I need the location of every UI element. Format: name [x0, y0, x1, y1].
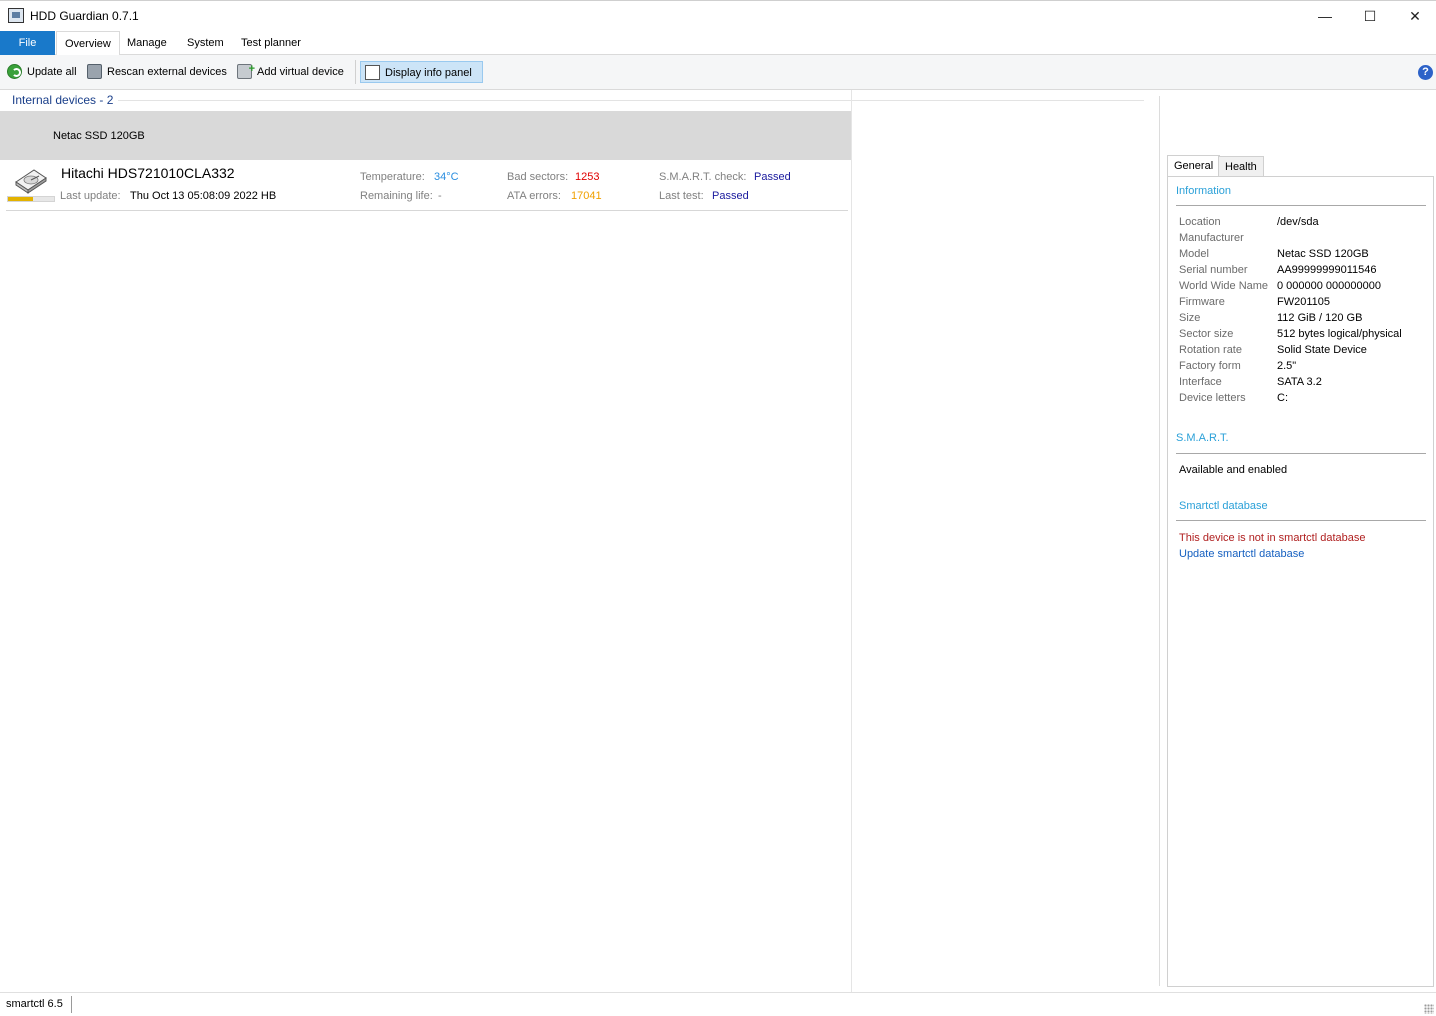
info-value: 2.5"	[1277, 360, 1297, 372]
info-key: Rotation rate	[1179, 344, 1242, 356]
device-name: Netac SSD 120GB	[53, 130, 145, 142]
last-test-value: Passed	[712, 190, 749, 202]
info-value: FW201105	[1277, 296, 1330, 308]
last-test-label: Last test:	[659, 190, 704, 202]
bad-sectors-label: Bad sectors:	[507, 171, 569, 183]
smartctl-db-section-title: Smartctl database	[1179, 500, 1268, 512]
smart-divider	[1176, 453, 1426, 454]
info-value: Netac SSD 120GB	[1277, 248, 1369, 260]
update-all-label: Update all	[27, 66, 77, 78]
smart-check-label: S.M.A.R.T. check:	[659, 171, 747, 183]
display-info-panel-toggle[interactable]: Display info panel	[360, 61, 483, 83]
ata-errors-value: 17041	[571, 190, 602, 202]
info-value: C:	[1277, 392, 1288, 404]
tab-general[interactable]: General	[1167, 155, 1221, 177]
display-info-panel-label: Display info panel	[385, 67, 472, 79]
ata-errors-label: ATA errors:	[507, 190, 561, 202]
devices-group-header: Internal devices - 2	[12, 93, 114, 107]
remaining-life-label: Remaining life:	[360, 190, 433, 202]
information-section-title: Information	[1176, 185, 1232, 197]
temperature-value: 34°C	[434, 171, 459, 183]
info-value: 512 bytes logical/physical	[1277, 328, 1402, 340]
update-smartctl-db-link[interactable]: Update smartctl database	[1179, 548, 1304, 560]
smartctl-db-warning: This device is not in smartctl database	[1179, 532, 1366, 544]
info-key: World Wide Name	[1179, 280, 1269, 292]
info-key: Location	[1179, 216, 1221, 228]
info-value: /dev/sda	[1277, 216, 1319, 228]
smartctl-version: smartctl 6.5	[6, 998, 63, 1010]
info-value: 0 000000 000000000	[1277, 280, 1381, 292]
tab-health[interactable]: Health	[1218, 156, 1264, 177]
rescan-button[interactable]: Rescan external devices	[87, 61, 227, 83]
panel-icon	[365, 64, 380, 80]
tab-test-planner[interactable]: Test planner	[233, 31, 309, 55]
resize-grip-icon[interactable]	[1424, 1004, 1434, 1014]
info-value: 112 GiB / 120 GB	[1277, 312, 1363, 324]
info-key: Factory form	[1179, 360, 1241, 372]
info-key: Manufacturer	[1179, 232, 1244, 244]
bad-sectors-value: 1253	[575, 171, 600, 183]
tab-manage[interactable]: Manage	[119, 31, 175, 55]
minimize-button[interactable]: —	[1302, 1, 1348, 31]
info-key: Size	[1179, 312, 1201, 324]
device-row-divider	[6, 210, 848, 211]
life-progress-bar	[7, 196, 55, 202]
last-update-label: Last update:	[60, 190, 121, 202]
tab-overview[interactable]: Overview	[56, 31, 120, 56]
info-value: Solid State Device	[1277, 344, 1367, 356]
app-icon	[8, 8, 24, 23]
info-key: Firmware	[1179, 296, 1225, 308]
information-divider	[1176, 205, 1426, 206]
rescan-drive-icon	[87, 63, 102, 79]
info-value: AA99999999011546	[1277, 264, 1377, 276]
refresh-icon	[7, 63, 22, 79]
help-icon[interactable]: ?	[1418, 65, 1433, 80]
info-panel-divider	[1159, 96, 1160, 986]
device-row-selected[interactable]: Netac SSD 120GB	[0, 111, 852, 160]
add-virtual-device-button[interactable]: Add virtual device	[237, 58, 344, 83]
smart-check-value: Passed	[754, 171, 791, 183]
file-menu[interactable]: File	[0, 31, 55, 55]
device-row[interactable]: Hitachi HDS721010CLA332 Last update: Thu…	[0, 160, 852, 211]
remaining-life-value: -	[438, 190, 442, 202]
list-panel-divider	[851, 90, 852, 992]
devices-header-divider	[118, 100, 1144, 101]
info-value: SATA 3.2	[1277, 376, 1322, 388]
window-title: HDD Guardian 0.7.1	[30, 9, 139, 23]
tab-system[interactable]: System	[179, 31, 232, 55]
info-key: Sector size	[1179, 328, 1234, 340]
toolbar: Update all Rescan external devices Add v…	[0, 55, 1436, 90]
maximize-button[interactable]: ☐	[1347, 1, 1393, 31]
toolbar-separator	[355, 60, 356, 84]
status-bar: smartctl 6.5	[0, 992, 1436, 1016]
hard-drive-icon	[15, 169, 47, 194]
ribbon-tabs: File Overview Manage System Test planner	[0, 31, 1436, 56]
info-key: Device letters	[1179, 392, 1246, 404]
device-title: Hitachi HDS721010CLA332	[61, 165, 235, 181]
last-update-value: Thu Oct 13 05:08:09 2022 HB	[130, 190, 277, 202]
add-virtual-label: Add virtual device	[257, 66, 344, 78]
info-key: Serial number	[1179, 264, 1248, 276]
status-separator	[71, 996, 72, 1013]
smart-status: Available and enabled	[1179, 464, 1288, 476]
update-all-button[interactable]: Update all	[7, 61, 77, 83]
add-drive-icon	[237, 58, 255, 80]
temperature-label: Temperature:	[360, 171, 425, 183]
title-bar: HDD Guardian 0.7.1 — ☐ ✕	[0, 0, 1436, 31]
close-button[interactable]: ✕	[1392, 1, 1436, 31]
info-key: Model	[1179, 248, 1209, 260]
life-progress-fill	[8, 197, 34, 201]
rescan-label: Rescan external devices	[107, 66, 227, 78]
smart-section-title: S.M.A.R.T.	[1176, 432, 1229, 444]
info-key: Interface	[1179, 376, 1222, 388]
smartctl-db-divider	[1176, 520, 1426, 521]
